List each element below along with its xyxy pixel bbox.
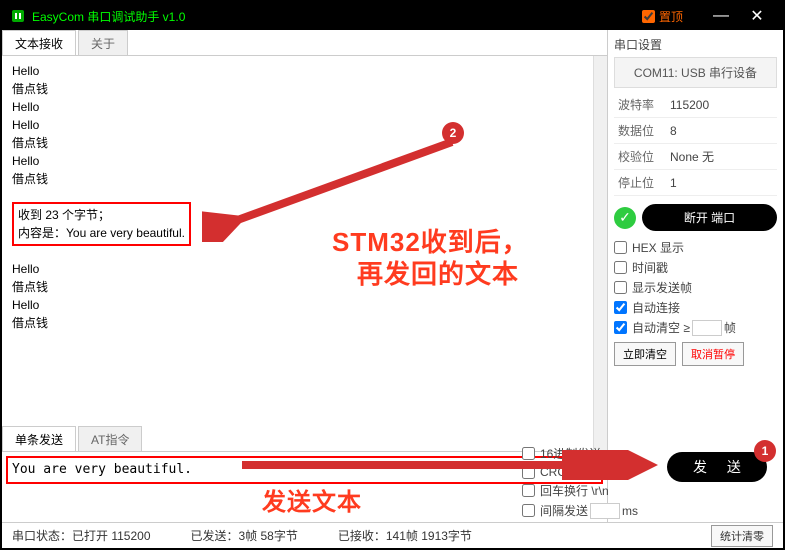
newline-checkbox[interactable]: 回车换行 \r\n — [522, 482, 642, 499]
status-sent: 已发送：3帧 58字节 — [191, 527, 298, 544]
baud-label: 波特率 — [614, 96, 664, 113]
recv-line: Hello — [12, 98, 597, 116]
reset-stats-button[interactable]: 统计清零 — [711, 525, 773, 547]
recv-line: Hello — [12, 116, 597, 134]
pin-checkbox[interactable] — [642, 10, 655, 23]
status-bar: 串口状态：已打开 115200 已发送：3帧 58字节 已接收：141帧 191… — [2, 522, 783, 548]
annotation-badge-1: 1 — [754, 440, 776, 462]
status-recv: 已接收：141帧 1913字节 — [338, 527, 472, 544]
recv-line: Hello — [12, 260, 597, 278]
recv-line: 借点钱 — [12, 278, 597, 296]
tab-at-cmd[interactable]: AT指令 — [78, 426, 142, 451]
stopbits-value[interactable]: 1 — [664, 176, 777, 190]
baud-value[interactable]: 115200 — [664, 98, 777, 112]
auto-clear-checkbox[interactable]: 自动清空 ≥帧 — [614, 319, 777, 336]
recv-line: Hello — [12, 296, 597, 314]
recv-line: Hello — [12, 62, 597, 80]
interval-send-checkbox[interactable]: 间隔发送ms — [522, 502, 642, 519]
annotation-badge-2: 2 — [442, 122, 464, 144]
tab-about[interactable]: 关于 — [78, 30, 128, 55]
recv-tabs: 文本接收 关于 — [2, 30, 607, 56]
tab-single-send[interactable]: 单条发送 — [2, 426, 76, 451]
databits-label: 数据位 — [614, 122, 664, 139]
timestamp-checkbox[interactable]: 时间戳 — [614, 259, 777, 276]
connected-icon: ✓ — [614, 207, 636, 229]
crc-checkbox[interactable]: CRC-16 1C — [522, 465, 642, 479]
recv-line: Hello — [12, 152, 597, 170]
databits-value[interactable]: 8 — [664, 124, 777, 138]
recv-line: 借点钱 — [12, 314, 597, 332]
send-input[interactable]: You are very beautiful. — [6, 456, 603, 484]
pin-toggle[interactable]: 置顶 — [642, 8, 683, 25]
scrollbar[interactable] — [593, 56, 607, 462]
window-title: EasyCom 串口调试助手 v1.0 — [32, 8, 642, 25]
show-send-checkbox[interactable]: 显示发送帧 — [614, 279, 777, 296]
clear-now-button[interactable]: 立即清空 — [614, 342, 676, 366]
hex-send-checkbox[interactable]: 16进制发送 — [522, 445, 642, 462]
cancel-pause-button[interactable]: 取消暂停 — [682, 342, 744, 366]
send-tabs: 单条发送 AT指令 — [2, 426, 607, 452]
send-button[interactable]: 发 送 — [667, 452, 767, 482]
stopbits-label: 停止位 — [614, 174, 664, 191]
highlighted-recv-block: 收到 23 个字节； 内容是：You are very beautiful. — [12, 202, 191, 246]
parity-label: 校验位 — [614, 148, 664, 165]
tab-text-recv[interactable]: 文本接收 — [2, 30, 76, 55]
minimize-button[interactable]: — — [703, 7, 739, 25]
port-selector[interactable]: COM11: USB 串行设备 — [614, 57, 777, 88]
auto-clear-value[interactable] — [692, 320, 722, 336]
parity-value[interactable]: None 无 — [664, 148, 777, 165]
auto-connect-checkbox[interactable]: 自动连接 — [614, 299, 777, 316]
recv-textarea[interactable]: Hello 借点钱 Hello Hello 借点钱 Hello 借点钱 收到 2… — [2, 56, 607, 422]
serial-section-title: 串口设置 — [614, 36, 777, 53]
disconnect-button[interactable]: 断开 端口 — [642, 204, 777, 231]
status-port: 串口状态：已打开 115200 — [12, 527, 151, 544]
send-options: 16进制发送 CRC-16 1C 回车换行 \r\n 间隔发送ms — [522, 442, 642, 522]
interval-value[interactable] — [590, 503, 620, 519]
hex-display-checkbox[interactable]: HEX 显示 — [614, 239, 777, 256]
recv-line: 借点钱 — [12, 134, 597, 152]
app-icon — [10, 8, 26, 24]
close-button[interactable]: ✕ — [739, 6, 775, 26]
recv-line: 借点钱 — [12, 170, 597, 188]
recv-line: 借点钱 — [12, 80, 597, 98]
